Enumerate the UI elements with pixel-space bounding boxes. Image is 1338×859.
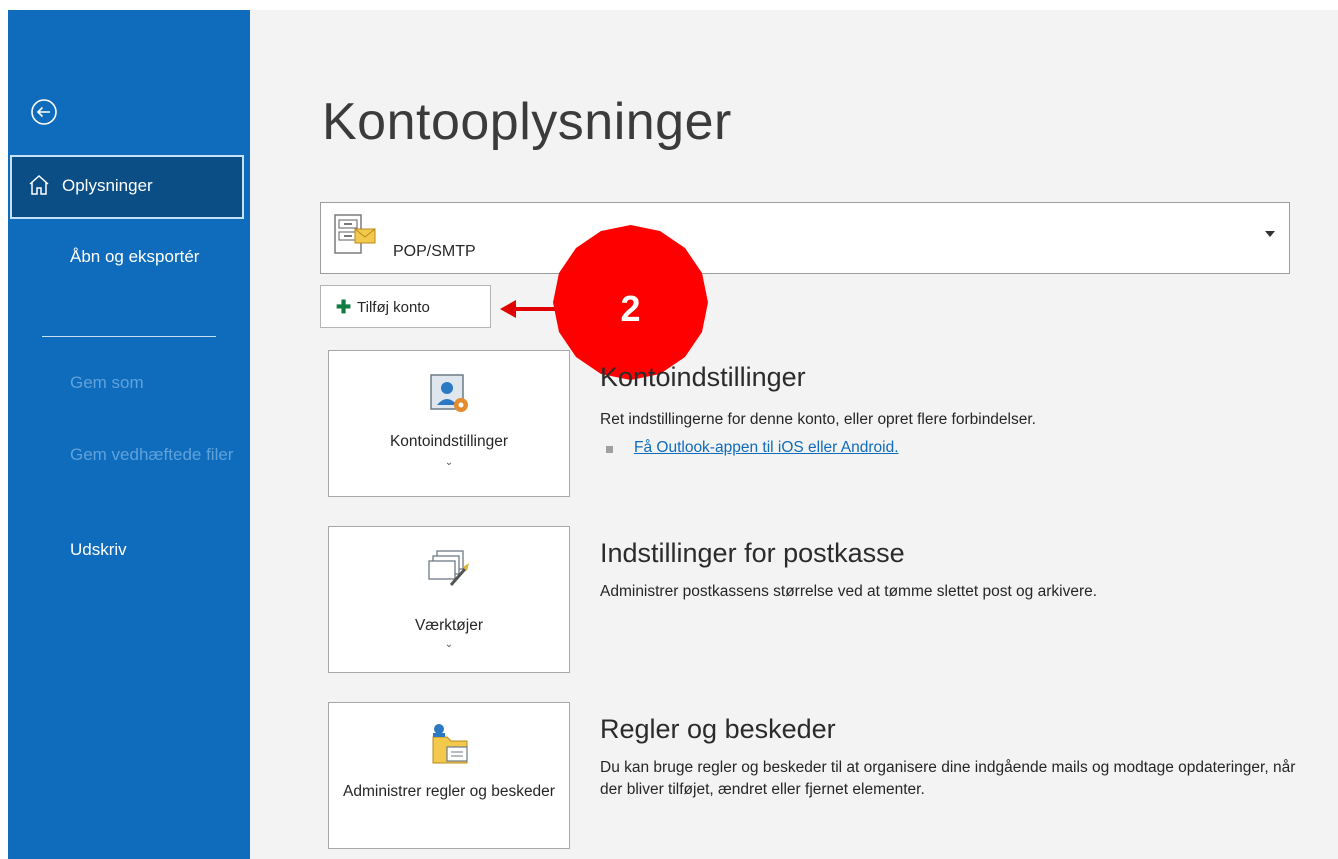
section-title: Kontoindstillinger	[600, 362, 806, 392]
mailbox-icon	[333, 213, 377, 262]
callout-badge: 2	[553, 225, 708, 380]
backstage-view: Oplysninger Åbn og eksportér Gem som Gem…	[8, 10, 1338, 859]
sidebar-item-label: Gem vedhæftede filer	[70, 445, 234, 464]
rules-alerts-icon	[427, 721, 471, 772]
sidebar: Oplysninger Åbn og eksportér Gem som Gem…	[8, 10, 250, 859]
home-icon	[27, 173, 51, 202]
callout-number: 2	[620, 288, 641, 329]
chevron-down-icon	[1265, 231, 1275, 237]
tile-label: Kontoindstillinger	[389, 433, 509, 450]
tools-tile[interactable]: Værktøjer ⌄	[328, 526, 570, 673]
tools-icon	[427, 549, 471, 594]
sidebar-item-label: Gem som	[70, 373, 144, 392]
plus-icon: ✚	[336, 297, 352, 317]
account-settings-tile[interactable]: Kontoindstillinger ⌄	[328, 350, 570, 497]
chevron-down-icon: ⌄	[444, 457, 454, 468]
sidebar-item-label: Udskriv	[70, 540, 127, 559]
section-title: Regler og beskeder	[600, 714, 836, 744]
section-description: Administrer postkassens størrelse ved at…	[600, 583, 1098, 600]
section-description: Ret indstillingerne for denne konto, ell…	[600, 411, 1036, 428]
bullet-icon	[606, 446, 613, 453]
add-account-button[interactable]: ✚ Tilføj konto	[320, 285, 491, 328]
tile-label: Administrer regler og beskeder	[343, 783, 555, 800]
sidebar-item-oplysninger[interactable]: Oplysninger	[10, 155, 244, 219]
back-arrow-icon[interactable]	[29, 97, 59, 127]
sidebar-item-label: Oplysninger	[62, 176, 153, 195]
tile-label: Værktøjer	[414, 617, 484, 634]
add-account-label: Tilføj konto	[357, 299, 430, 316]
account-dropdown[interactable]: POP/SMTP	[320, 202, 1290, 274]
rules-alerts-tile[interactable]: Administrer regler og beskeder	[328, 702, 570, 849]
section-title: Indstillinger for postkasse	[600, 538, 905, 568]
sidebar-divider	[42, 336, 216, 337]
account-settings-icon	[427, 371, 471, 420]
section-description: Du kan bruge regler og beskeder til at o…	[600, 759, 1296, 798]
page-title: Kontooplysninger	[322, 93, 732, 151]
chevron-down-icon: ⌄	[444, 639, 454, 650]
account-type: POP/SMTP	[393, 243, 476, 260]
outlook-app-link[interactable]: Få Outlook-appen til iOS eller Android.	[634, 439, 899, 457]
sidebar-item-label: Åbn og eksportér	[70, 247, 200, 266]
